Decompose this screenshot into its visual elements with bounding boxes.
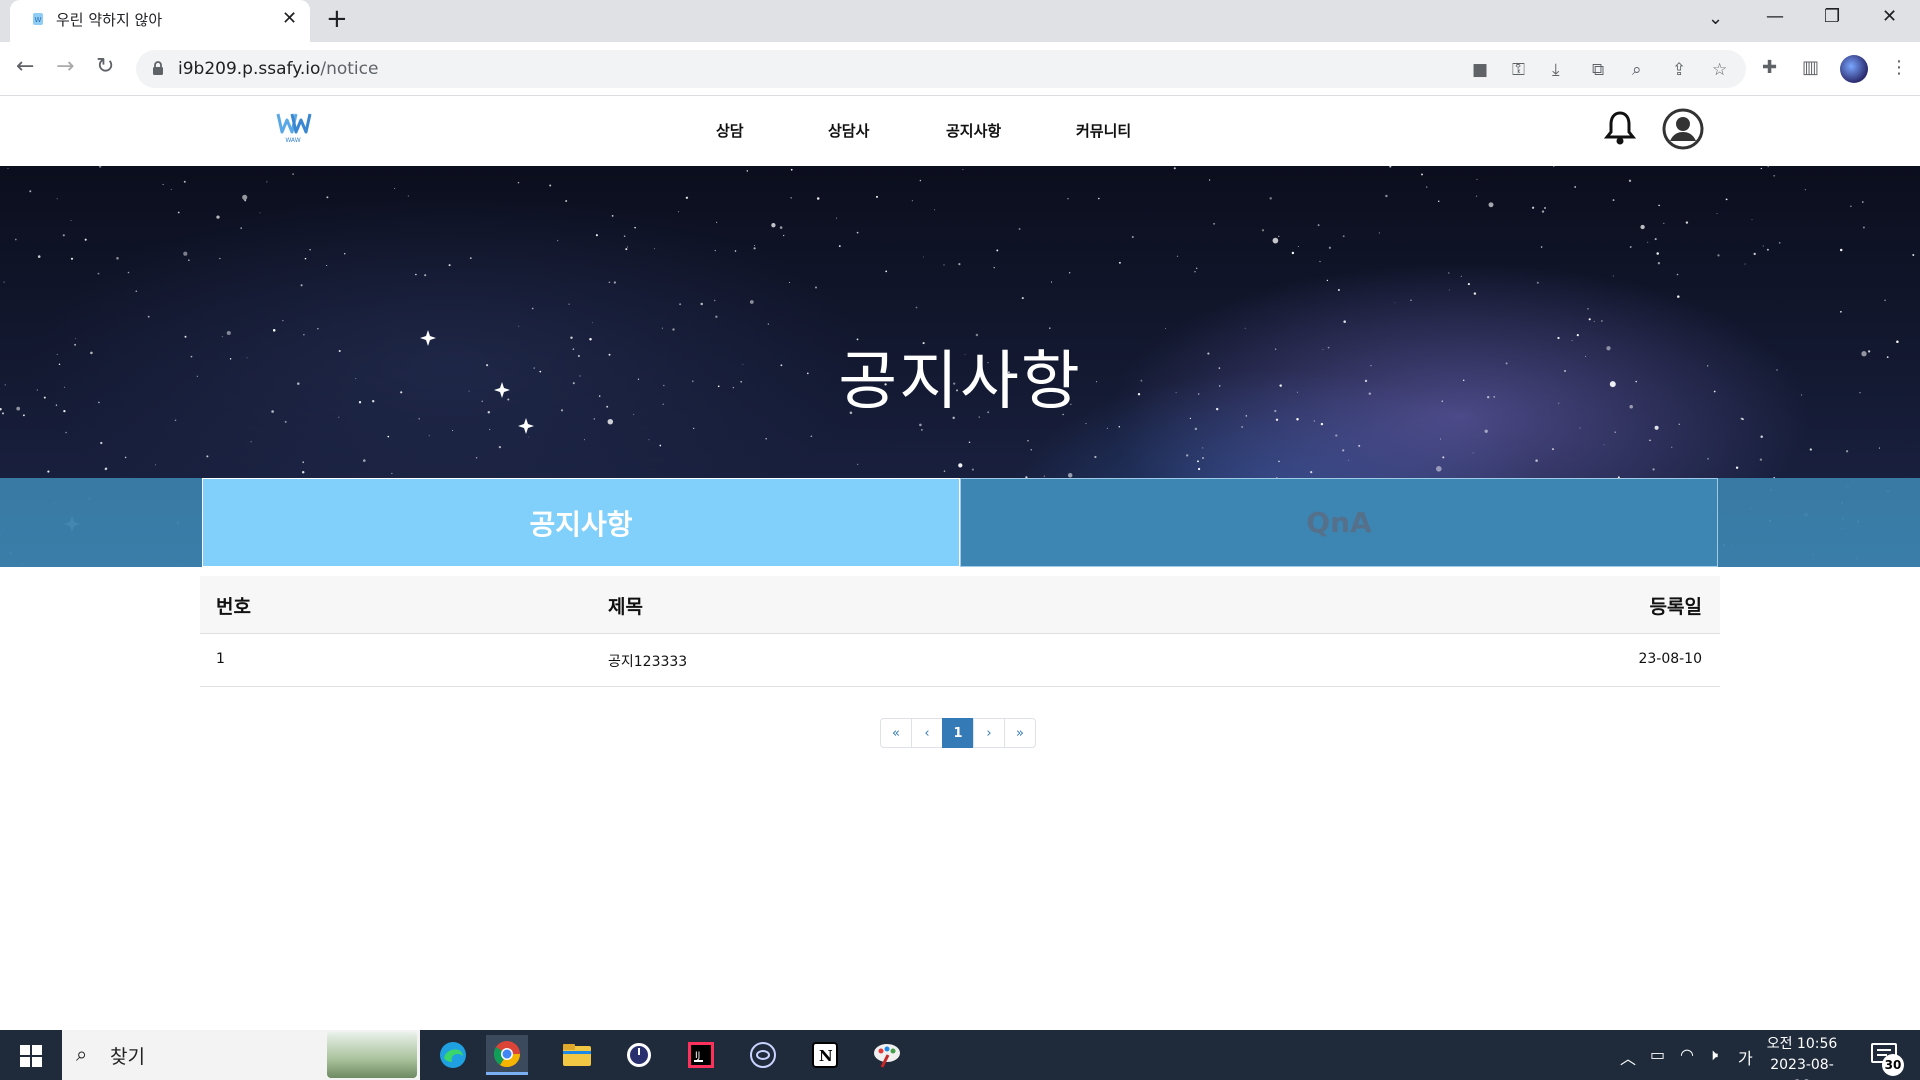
svg-text:IJ: IJ xyxy=(695,1051,700,1061)
browser-toolbar: ← → ↻ i9b209.p.ssafy.io/notice ■ ⚿ ⤓ ⧉ ⌕… xyxy=(0,42,1920,96)
page-1-button[interactable]: 1 xyxy=(942,718,974,748)
timer-app-icon[interactable] xyxy=(618,1035,660,1075)
svg-text:WAW: WAW xyxy=(285,137,300,144)
volume-muted-icon[interactable]: 🕨 xyxy=(1708,1045,1718,1065)
ime-indicator[interactable]: 가 xyxy=(1738,1045,1753,1069)
bell-icon[interactable] xyxy=(1604,110,1636,146)
windows-start-icon[interactable] xyxy=(20,1045,42,1067)
prev-page-button[interactable]: ‹ xyxy=(911,718,943,748)
clock-date: 2023-08-18 xyxy=(1770,1057,1834,1080)
tab-qna[interactable]: QnA xyxy=(960,478,1718,567)
wifi-icon[interactable]: ◠ xyxy=(1680,1045,1694,1064)
svg-text:W: W xyxy=(35,16,42,24)
svg-text:N: N xyxy=(819,1047,833,1065)
translate-icon[interactable]: ⧉ xyxy=(1592,60,1604,80)
extensions-icon[interactable]: ✚ xyxy=(1762,57,1777,78)
column-number: 번호 xyxy=(216,596,251,618)
address-bar[interactable]: i9b209.p.ssafy.io/notice ■ ⚿ ⤓ ⧉ ⌕ ⇪ ☆ xyxy=(136,50,1746,88)
taskbar-search[interactable]: ⌕ 찾기 xyxy=(62,1030,420,1080)
notice-table: 번호 제목 등록일 1 공지123333 23-08-10 xyxy=(200,576,1720,687)
bookmark-star-icon[interactable]: ☆ xyxy=(1712,60,1727,80)
browser-tab[interactable]: W 우린 약하지 않아 ✕ xyxy=(10,0,310,42)
profile-avatar[interactable] xyxy=(1840,55,1868,83)
windows-taskbar: ⌕ 찾기 IJ N ︿ ▭ ◠ 🕨 가 오전 10:56 2023-08- 30 xyxy=(0,1030,1920,1080)
row-title[interactable]: 공지123333 xyxy=(608,651,687,671)
notification-count-badge: 30 xyxy=(1882,1054,1904,1076)
nav-community[interactable]: 커뮤니티 xyxy=(1076,120,1131,141)
share-icon[interactable]: ⇪ xyxy=(1672,60,1686,80)
window-close-button[interactable]: ✕ xyxy=(1882,6,1897,27)
restore-button[interactable]: ❐ xyxy=(1824,6,1840,27)
first-page-button[interactable]: « xyxy=(880,718,912,748)
system-clock[interactable]: 오전 10:56 2023-08-18 xyxy=(1762,1034,1842,1080)
page-title: 공지사항 xyxy=(838,345,1082,419)
intellij-icon[interactable]: IJ xyxy=(680,1035,722,1075)
column-date: 등록일 xyxy=(1649,596,1702,618)
side-panel-icon[interactable]: ▥ xyxy=(1802,57,1819,78)
clock-time: 오전 10:56 xyxy=(1766,1036,1838,1052)
file-explorer-icon[interactable] xyxy=(556,1035,598,1075)
key-icon[interactable]: ⚿ xyxy=(1512,60,1525,80)
install-icon[interactable]: ⤓ xyxy=(1552,60,1560,80)
search-highlight-image xyxy=(327,1032,417,1078)
notion-icon[interactable]: N xyxy=(804,1035,846,1075)
battery-icon[interactable]: ▭ xyxy=(1650,1045,1665,1064)
next-page-button[interactable]: › xyxy=(973,718,1005,748)
table-header: 번호 제목 등록일 xyxy=(200,576,1720,634)
tab-notice[interactable]: 공지사항 xyxy=(202,478,960,567)
user-profile-icon[interactable] xyxy=(1662,108,1704,150)
row-date: 23-08-10 xyxy=(1638,651,1702,667)
minimize-button[interactable]: — xyxy=(1766,6,1784,27)
back-icon[interactable]: ← xyxy=(16,54,34,79)
search-icon: ⌕ xyxy=(76,1042,88,1066)
show-hidden-icons-icon[interactable]: ︿ xyxy=(1620,1045,1636,1069)
pagination: « ‹ 1 › » xyxy=(880,718,1036,748)
forward-icon[interactable]: → xyxy=(56,54,74,79)
camera-icon[interactable]: ■ xyxy=(1472,60,1488,80)
lock-icon xyxy=(153,61,163,75)
new-tab-button[interactable]: + xyxy=(326,4,348,34)
url-path: /notice xyxy=(320,59,379,79)
table-row[interactable]: 1 공지123333 23-08-10 xyxy=(200,634,1720,687)
tab-search-icon[interactable]: ⌄ xyxy=(1708,8,1723,29)
site-logo[interactable]: WAW xyxy=(274,110,312,146)
nav-notice[interactable]: 공지사항 xyxy=(946,120,1001,141)
search-label: 찾기 xyxy=(110,1046,145,1068)
edge-icon[interactable] xyxy=(432,1035,474,1075)
menu-kebab-icon[interactable]: ⋮ xyxy=(1890,57,1908,78)
chrome-icon[interactable] xyxy=(486,1035,528,1075)
paint-app-icon[interactable] xyxy=(866,1035,908,1075)
last-page-button[interactable]: » xyxy=(1004,718,1036,748)
url-host: i9b209.p.ssafy.io xyxy=(178,59,321,79)
app-icon[interactable] xyxy=(742,1035,784,1075)
reload-icon[interactable]: ↻ xyxy=(96,54,114,79)
site-header: WAW 상담 상담사 공지사항 커뮤니티 xyxy=(0,96,1920,166)
tab-title: 우린 약하지 않아 xyxy=(56,11,163,29)
row-number: 1 xyxy=(216,651,225,667)
browser-tab-strip: W 우린 약하지 않아 ✕ + ⌄ — ❐ ✕ xyxy=(0,0,1920,42)
nav-counseling[interactable]: 상담 xyxy=(716,120,744,141)
zoom-icon[interactable]: ⌕ xyxy=(1632,60,1642,80)
nav-counselors[interactable]: 상담사 xyxy=(828,120,869,141)
close-tab-icon[interactable]: ✕ xyxy=(282,8,297,29)
url-text: i9b209.p.ssafy.io/notice xyxy=(178,59,378,79)
site-favicon-icon: W xyxy=(33,13,43,25)
column-title: 제목 xyxy=(608,596,643,618)
